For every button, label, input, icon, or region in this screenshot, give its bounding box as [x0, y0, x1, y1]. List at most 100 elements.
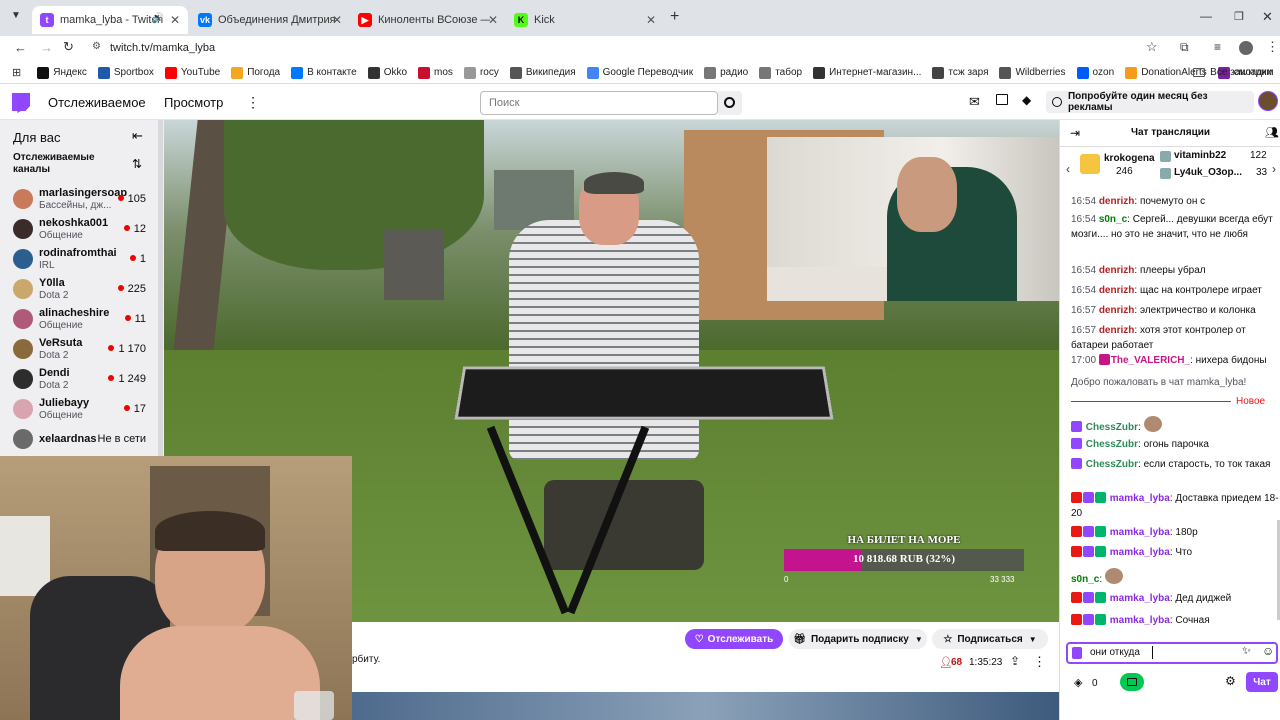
user-avatar[interactable] — [1258, 91, 1278, 111]
bits-points-icon[interactable]: ◈ — [1074, 676, 1082, 689]
sidebar-item-versuta[interactable]: VeRsuta Dota 2 1 170 — [0, 335, 164, 365]
kick-favicon-icon: K — [514, 13, 528, 27]
live-dot-icon — [123, 405, 130, 411]
bookmark-item[interactable]: табор — [759, 66, 802, 79]
folder-icon — [1193, 68, 1206, 77]
leaderboard-next-icon[interactable]: › — [1272, 162, 1276, 176]
sidebar-item-rodinafromthai[interactable]: rodinafromthai IRL 1 — [0, 245, 164, 275]
nav-following[interactable]: Отслеживаемое — [48, 95, 146, 110]
sidebar-item-marlasingersoap[interactable]: marlasingersoap Бассейны, дж... 105 — [0, 185, 164, 215]
chat-input[interactable]: они откуда ✨︎ ☺ — [1066, 642, 1278, 664]
channel-name: Dendi — [39, 367, 70, 379]
bookmark-item[interactable]: Google Переводчик — [586, 66, 693, 79]
close-tab-icon[interactable]: ✕ — [488, 13, 498, 27]
bookmark-item[interactable]: rocy — [463, 66, 499, 79]
tab-youtube[interactable]: ▶ Киноленты ВСоюзе — смотре ✕ — [350, 6, 506, 34]
bookmark-item[interactable]: В контакте — [291, 66, 357, 79]
apps-grid-icon[interactable]: ⊞ — [12, 66, 21, 79]
more-menu-icon[interactable]: ⋮ — [246, 94, 260, 111]
bookmark-item[interactable]: YouTube — [164, 66, 220, 79]
bookmark-star-icon[interactable]: ☆ — [1146, 39, 1158, 55]
collapse-sidebar-icon[interactable]: ⇤ — [132, 128, 143, 144]
sub-badge-icon — [1071, 458, 1082, 469]
bookmark-item[interactable]: Яндекс — [37, 66, 87, 79]
extensions-icon[interactable]: ⧉ — [1180, 40, 1189, 55]
gift-sub-button[interactable]: 🎁︎ Подарить подписку ▼ — [789, 629, 927, 649]
bookmark-item[interactable]: ozon — [1076, 66, 1114, 79]
sidebar-scrollbar[interactable] — [158, 120, 163, 456]
back-icon[interactable]: ← — [14, 40, 27, 55]
chat-timestamp: 16:54 — [1071, 285, 1097, 296]
sidebar-item-xelaardnas[interactable]: xelaardnas Не в сети — [0, 425, 164, 455]
profile-avatar-icon[interactable] — [1239, 41, 1253, 55]
community-icon[interactable]: 👥︎ — [1265, 126, 1279, 139]
sidebar-item-dendi[interactable]: Dendi Dota 2 1 249 — [0, 365, 164, 395]
new-tab-button[interactable]: + — [670, 9, 679, 25]
search-input[interactable]: Поиск — [480, 91, 718, 115]
all-bookmarks-button[interactable]: Все закладки — [1193, 67, 1272, 78]
bookmark-item[interactable]: радио — [704, 66, 748, 79]
bookmark-item[interactable]: mos — [418, 66, 453, 79]
avatar — [13, 249, 33, 269]
bookmark-item[interactable]: Интернет-магазин... — [813, 66, 921, 79]
bookmark-item[interactable]: тсж заря — [932, 66, 988, 79]
bookmark-item[interactable]: Okko — [367, 66, 407, 79]
forward-icon[interactable]: → — [40, 40, 53, 55]
bookmarks-bar: ⊞ Яндекс Sportbox YouTube Погода В контакте O… — [0, 62, 1280, 84]
follow-button[interactable]: ♡ Отслеживать — [685, 629, 783, 649]
chat-username: mamka_lyba — [1109, 527, 1170, 538]
magic-icon[interactable]: ✨︎ — [1242, 645, 1251, 658]
sidebar-item-juliebayy[interactable]: Juliebayy Общение 17 — [0, 395, 164, 425]
sort-icon[interactable]: ⇅ — [132, 157, 142, 171]
gift-box-icon — [1127, 678, 1137, 686]
inbox-icon[interactable]: ✉ — [969, 94, 980, 110]
left-sidebar: Для вас ⇤ Отслеживаемые каналы ⇅ marlasi… — [0, 120, 164, 456]
media-icon[interactable]: ≡ — [1214, 40, 1221, 54]
sidebar-item-nekoshka001[interactable]: nekoshka001 Общение 12 — [0, 215, 164, 245]
site-info-icon[interactable]: ⚙ — [92, 41, 101, 52]
tab-twitch[interactable]: t mamka_lyba - Twitch 🔊 ✕ — [32, 6, 188, 34]
close-tab-icon[interactable]: ✕ — [170, 13, 180, 27]
bookmark-item[interactable]: Sportbox — [97, 66, 154, 79]
minimize-button[interactable]: — — [1200, 9, 1212, 23]
live-dot-icon — [108, 375, 115, 381]
chat-username: mamka_lyba — [1109, 593, 1170, 604]
bits-icon[interactable]: ◆ — [1022, 93, 1031, 107]
sidebar-item-alinacheshire[interactable]: alinacheshire Общение 11 — [0, 305, 164, 335]
ad-free-promo-button[interactable]: Попробуйте один месяц без рекламы — [1046, 91, 1254, 113]
subscribe-button[interactable]: ☆ Подписаться ▼ — [932, 629, 1048, 649]
bookmark-item[interactable]: Погода — [231, 66, 280, 79]
whispers-icon[interactable] — [996, 94, 1008, 105]
tab-kick[interactable]: K Kick ✕ — [506, 6, 664, 34]
bookmark-item[interactable]: Википедия — [509, 66, 576, 79]
desktop-webcam-overlay — [0, 456, 352, 720]
chat-username: The_VALERICH_ — [1110, 355, 1191, 366]
restore-button[interactable]: ❐ — [1234, 10, 1244, 23]
tab-vk[interactable]: vk Объединения Дмитрия Зорин ✕ — [190, 6, 350, 34]
search-button[interactable] — [718, 91, 742, 115]
more-options-icon[interactable]: ⋮ — [1033, 654, 1046, 670]
avatar — [13, 339, 33, 359]
chat-message: ChessZubr: огонь парочка — [1071, 438, 1279, 453]
speaker-icon[interactable]: 🔊 — [152, 13, 164, 24]
bookmark-item[interactable]: Wildberries — [999, 66, 1066, 79]
reload-icon[interactable]: ↻ — [63, 39, 74, 55]
twitch-logo-icon[interactable] — [12, 93, 30, 113]
close-window-button[interactable]: ✕ — [1262, 9, 1273, 25]
tab-list-chevron-icon[interactable]: ▼ — [11, 10, 25, 24]
leaderboard-prev-icon[interactable]: ‹ — [1066, 162, 1070, 176]
share-icon[interactable]: ⇪ — [1010, 654, 1020, 668]
url-field[interactable]: twitch.tv/mamka_lyba — [110, 42, 215, 54]
sidebar-item-y0lla[interactable]: Y0lla Dota 2 225 — [0, 275, 164, 305]
foliage-shape — [224, 120, 484, 270]
promo-label: Попробуйте один месяц без рекламы — [1067, 91, 1208, 113]
browser-menu-icon[interactable]: ⋮ — [1266, 39, 1279, 55]
nav-browse[interactable]: Просмотр — [164, 95, 223, 110]
close-tab-icon[interactable]: ✕ — [332, 13, 342, 27]
send-chat-button[interactable]: Чат — [1246, 672, 1278, 692]
emote-picker-icon[interactable]: ☺ — [1262, 644, 1274, 658]
subscribe-label: Подписаться — [957, 633, 1023, 645]
chat-settings-icon[interactable]: ⚙ — [1225, 674, 1236, 688]
close-tab-icon[interactable]: ✕ — [646, 13, 656, 27]
claim-bonus-button[interactable] — [1120, 673, 1144, 691]
